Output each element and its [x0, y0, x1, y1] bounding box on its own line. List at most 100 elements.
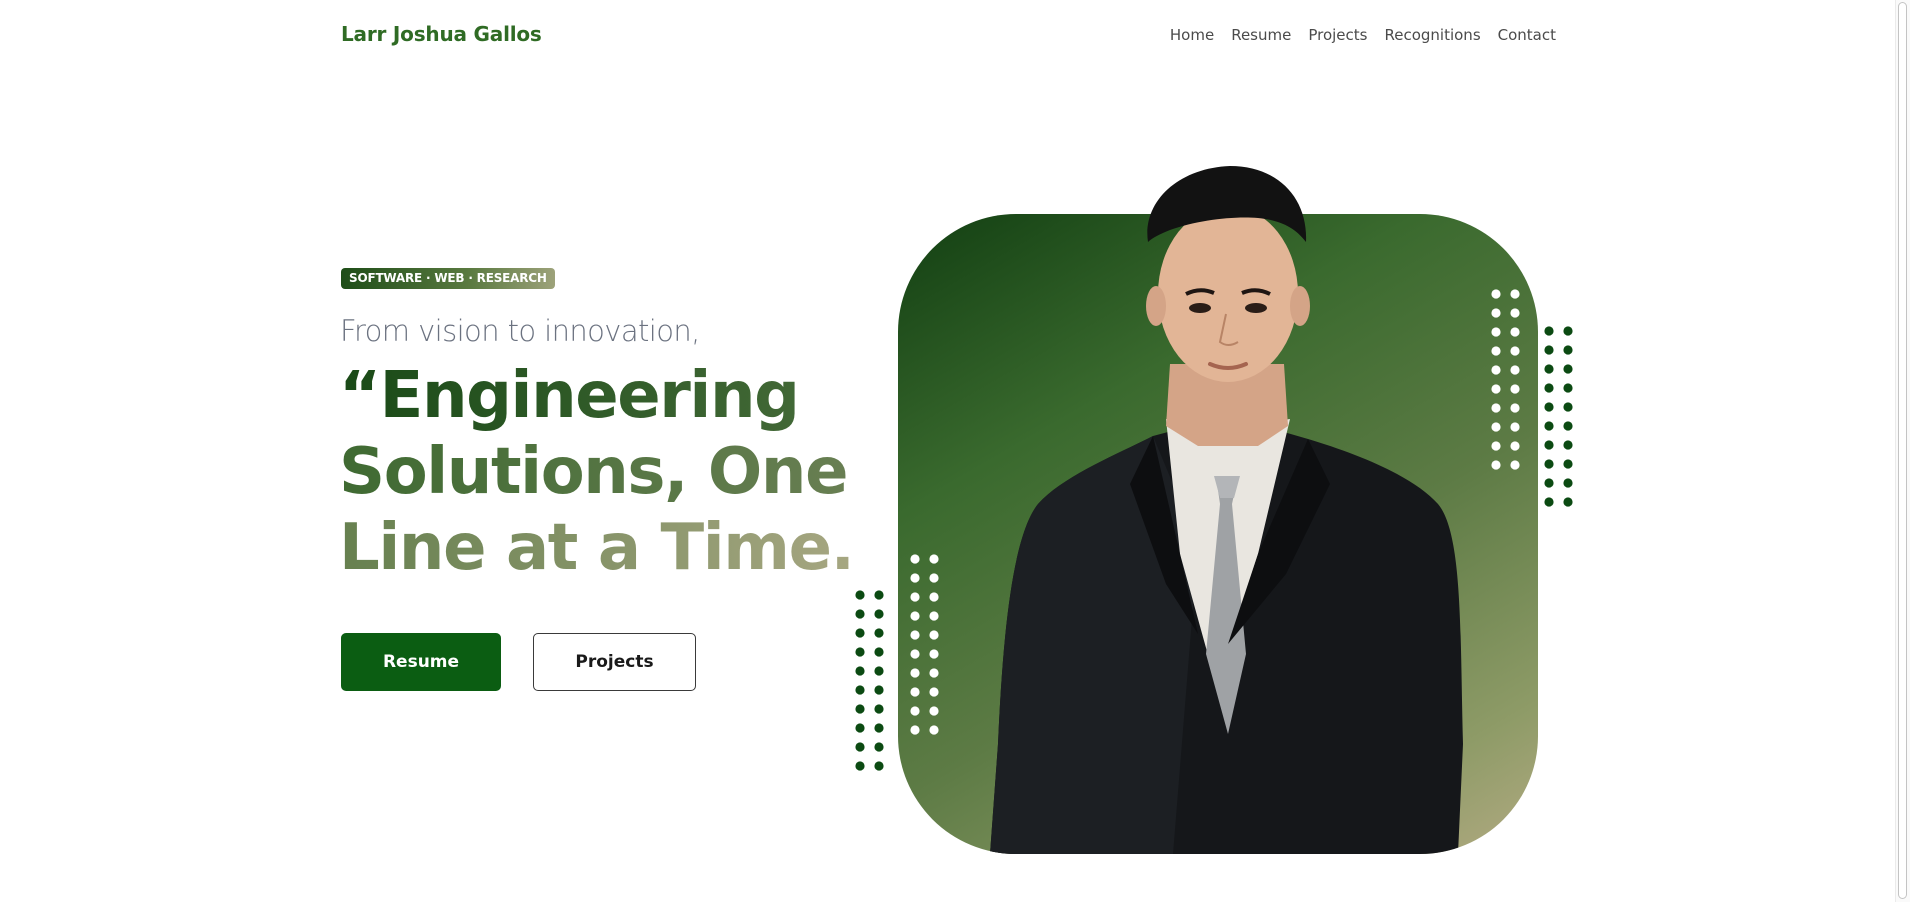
dot — [1544, 478, 1554, 488]
dot — [1544, 440, 1554, 450]
dot — [929, 725, 939, 735]
dot — [910, 611, 920, 621]
dot — [910, 649, 920, 659]
dot — [1491, 346, 1501, 356]
projects-button[interactable]: Projects — [533, 633, 696, 691]
page-scrollbar[interactable] — [1895, 0, 1910, 902]
headline-line-1: “Engineering — [339, 358, 859, 434]
dot — [929, 611, 939, 621]
dot — [855, 609, 865, 619]
nav-projects[interactable]: Projects — [1308, 26, 1367, 44]
dot — [874, 666, 884, 676]
nav-recognitions[interactable]: Recognitions — [1384, 26, 1480, 44]
dot — [1544, 345, 1554, 355]
dot — [874, 609, 884, 619]
dot — [1510, 327, 1520, 337]
dot — [910, 668, 920, 678]
dot — [1510, 403, 1520, 413]
dot — [874, 685, 884, 695]
dot — [855, 647, 865, 657]
dot — [874, 628, 884, 638]
hero-headline: “Engineering Solutions, One Line at a Ti… — [339, 358, 896, 586]
dot — [874, 742, 884, 752]
resume-button[interactable]: Resume — [341, 633, 501, 691]
dot — [1563, 497, 1573, 507]
dot — [1563, 440, 1573, 450]
dot — [929, 573, 939, 583]
dot — [855, 685, 865, 695]
dot — [1491, 441, 1501, 451]
dot — [1510, 441, 1520, 451]
dot-grid-right-light — [1491, 289, 1520, 470]
dot — [1563, 421, 1573, 431]
dot — [910, 573, 920, 583]
portrait-card — [898, 214, 1538, 854]
dot — [874, 647, 884, 657]
headline-line-3: Line at a Time.” — [339, 511, 896, 585]
dot — [1563, 459, 1573, 469]
dot — [855, 761, 865, 771]
dot — [855, 628, 865, 638]
dot — [1563, 402, 1573, 412]
nav-resume[interactable]: Resume — [1231, 26, 1291, 44]
dot — [1510, 365, 1520, 375]
specialty-tag: SOFTWARE · WEB · RESEARCH — [341, 268, 555, 289]
scrollbar-thumb[interactable] — [1898, 2, 1907, 899]
dot — [1563, 383, 1573, 393]
dot — [874, 761, 884, 771]
dot — [1544, 326, 1554, 336]
dot — [910, 706, 920, 716]
dot — [1510, 308, 1520, 318]
dot — [1544, 364, 1554, 374]
dot — [910, 554, 920, 564]
dot — [1510, 422, 1520, 432]
dot — [929, 592, 939, 602]
dot — [910, 725, 920, 735]
dot — [929, 706, 939, 716]
dot — [855, 590, 865, 600]
dot — [1563, 345, 1573, 355]
dot — [1491, 365, 1501, 375]
dot — [929, 649, 939, 659]
dot-grid-left-dark — [855, 590, 884, 771]
dot — [1510, 346, 1520, 356]
dot — [1563, 364, 1573, 374]
dot — [929, 687, 939, 697]
dot — [1510, 289, 1520, 299]
dot — [874, 590, 884, 600]
dot-grid-right-dark — [1544, 326, 1573, 507]
portrait-photo — [990, 214, 1463, 854]
hero-kicker: From vision to innovation, — [340, 314, 700, 348]
dot — [910, 630, 920, 640]
dot-grid-left-light — [910, 554, 939, 735]
dot — [1491, 327, 1501, 337]
dot — [855, 742, 865, 752]
dot — [1491, 403, 1501, 413]
nav-contact[interactable]: Contact — [1498, 26, 1556, 44]
dot — [855, 704, 865, 714]
dot — [1563, 326, 1573, 336]
dot — [929, 668, 939, 678]
dot — [1491, 384, 1501, 394]
dot — [1563, 478, 1573, 488]
dot — [855, 666, 865, 676]
portrait-hair — [1147, 166, 1307, 242]
dot — [1491, 289, 1501, 299]
dot — [1491, 422, 1501, 432]
dot — [929, 554, 939, 564]
dot — [910, 592, 920, 602]
dot — [1491, 460, 1501, 470]
dot — [1544, 421, 1554, 431]
dot — [874, 704, 884, 714]
dot — [1544, 459, 1554, 469]
nav-home[interactable]: Home — [1170, 26, 1214, 44]
dot — [929, 630, 939, 640]
brand-logo[interactable]: Larr Joshua Gallos — [341, 22, 542, 46]
main-nav: Home Resume Projects Recognitions Contac… — [1170, 26, 1556, 44]
dot — [1510, 460, 1520, 470]
dot — [1510, 384, 1520, 394]
headline-line-2: Solutions, One — [339, 434, 859, 510]
dot — [1544, 402, 1554, 412]
dot — [1491, 308, 1501, 318]
dot — [855, 723, 865, 733]
